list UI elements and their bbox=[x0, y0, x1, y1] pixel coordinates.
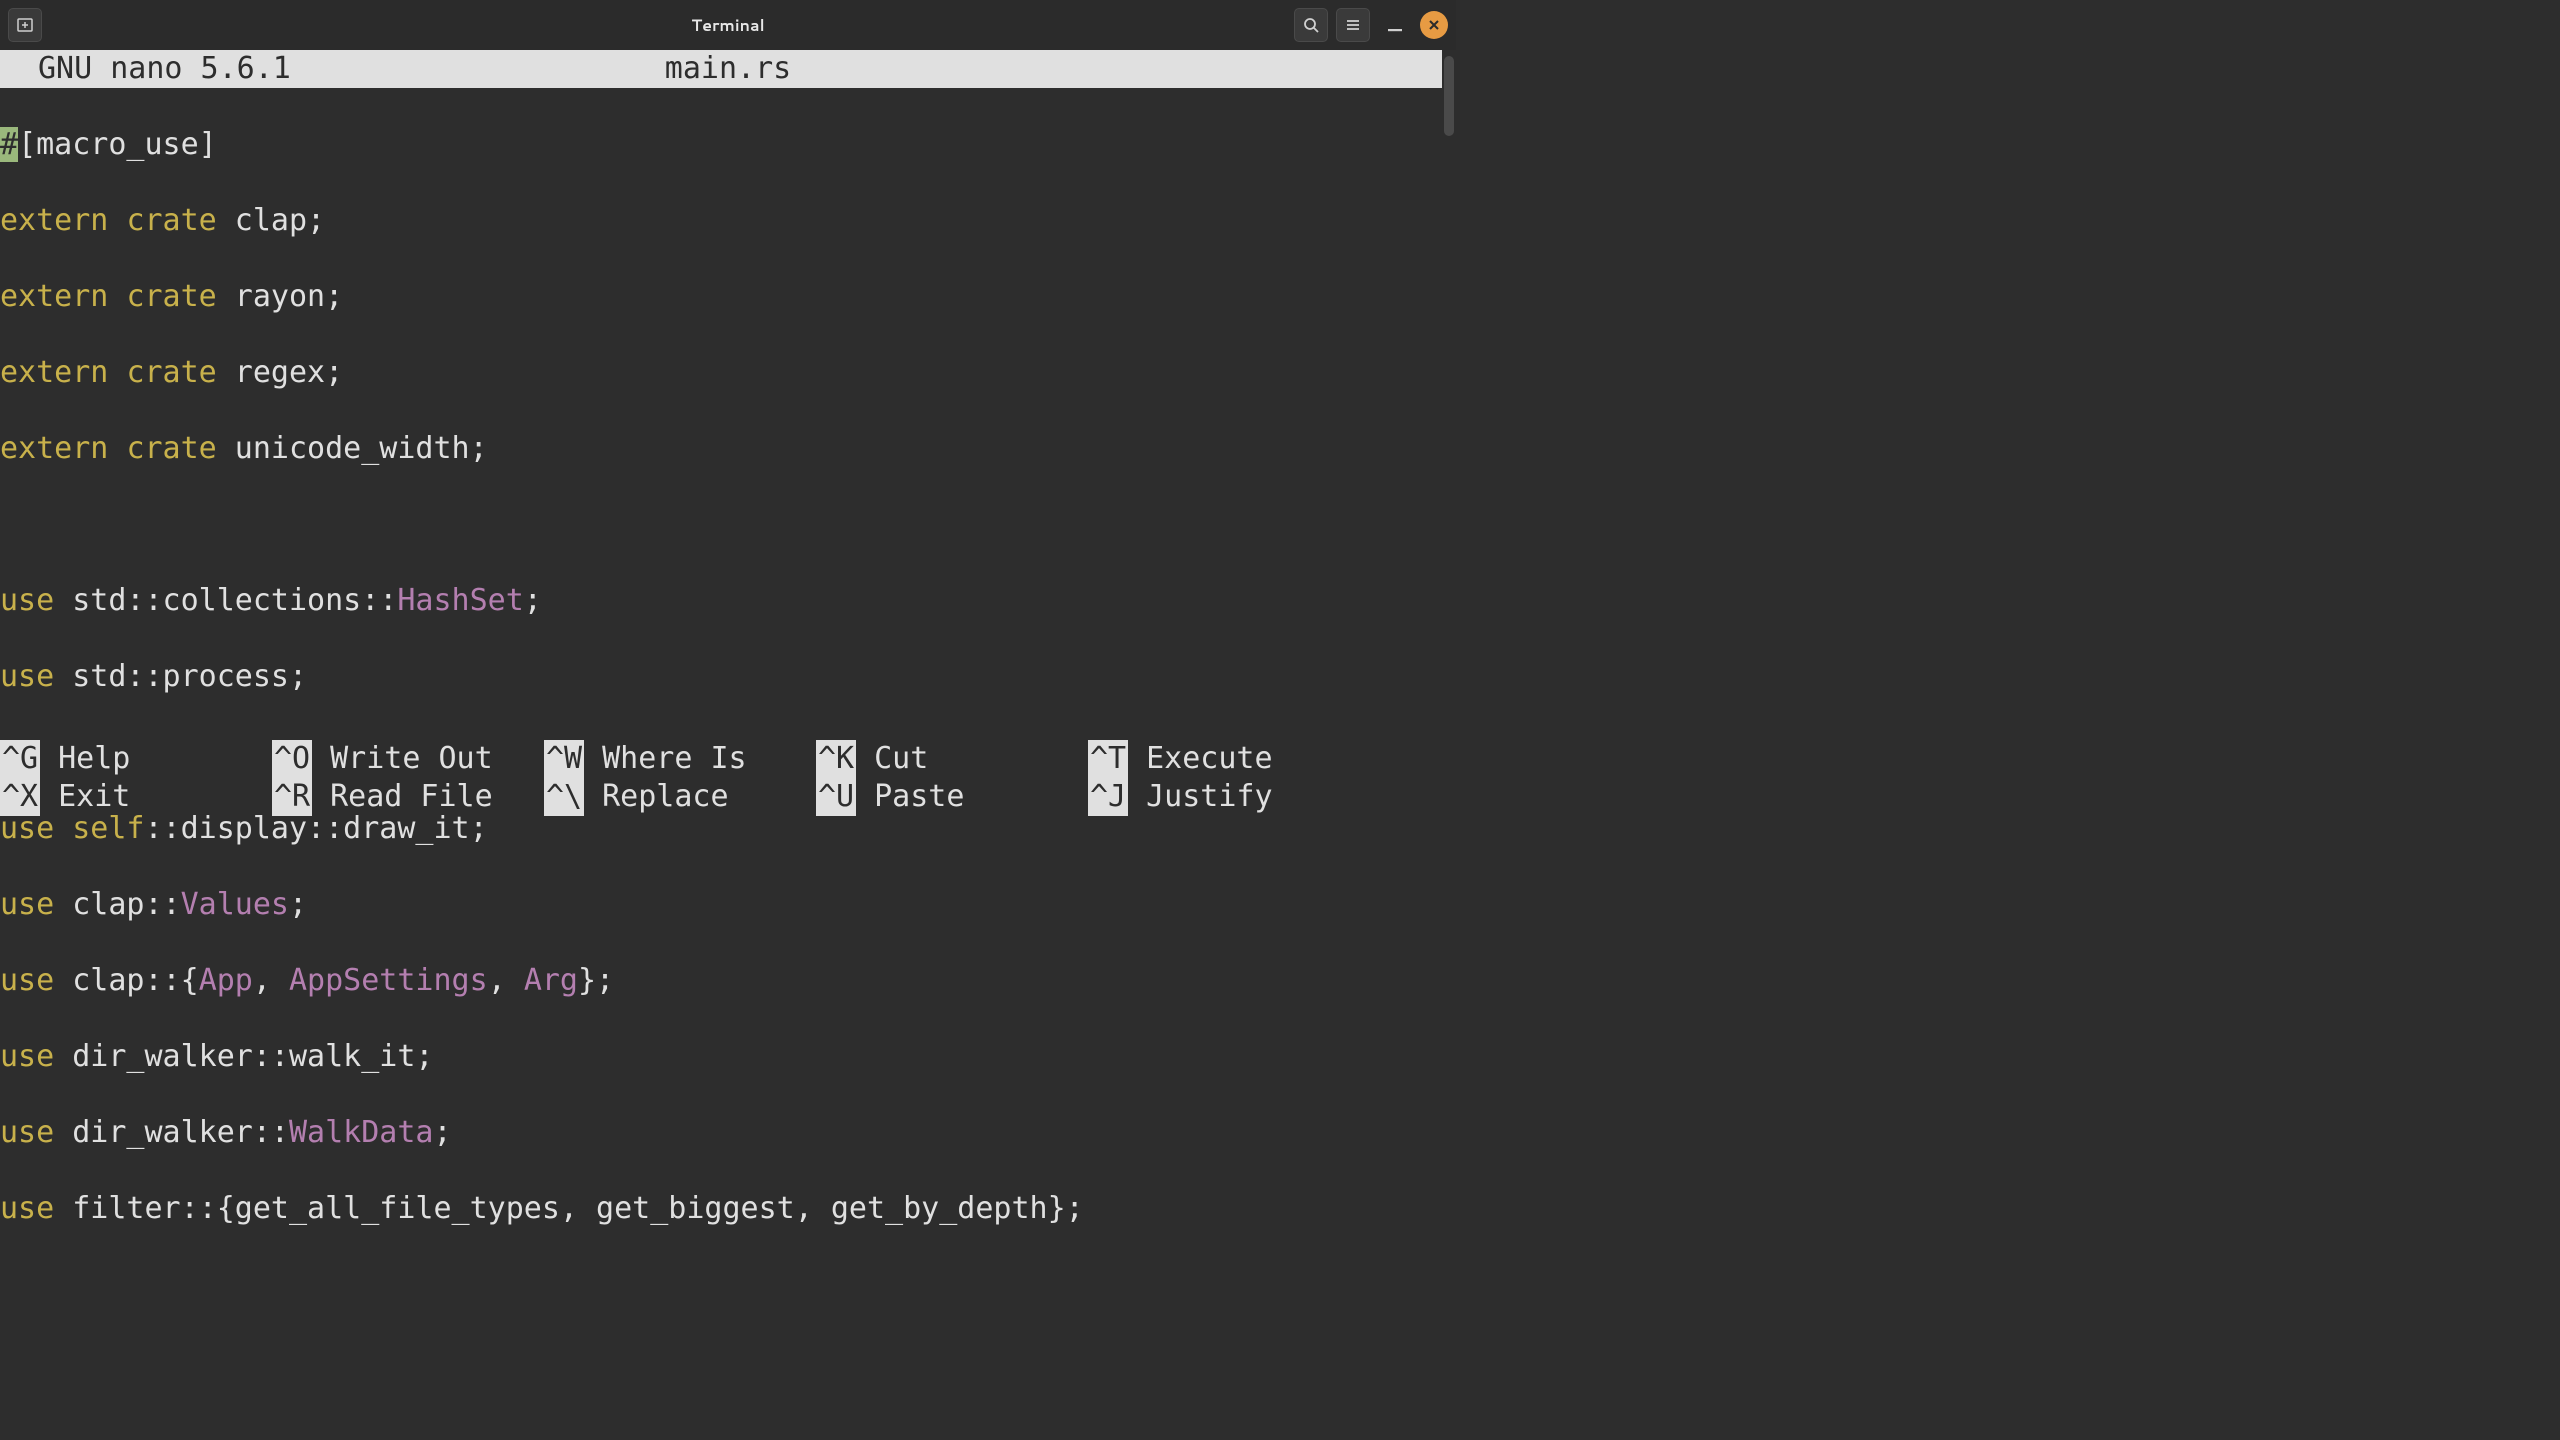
minimize-icon bbox=[1388, 29, 1402, 32]
shortcut-execute: ^TExecute bbox=[1088, 740, 1360, 778]
nano-titlebar: GNU nano 5.6.1 main.rs bbox=[0, 50, 1442, 88]
shortcut-whereis: ^WWhere Is bbox=[544, 740, 816, 778]
minimize-button[interactable] bbox=[1378, 8, 1412, 42]
code-line: extern crate regex; bbox=[0, 354, 1456, 392]
search-button[interactable] bbox=[1294, 8, 1328, 42]
scrollbar-thumb[interactable] bbox=[1444, 56, 1454, 136]
shortcut-replace: ^\Replace bbox=[544, 778, 816, 816]
scrollbar[interactable] bbox=[1442, 50, 1456, 816]
code-line bbox=[0, 506, 1456, 544]
code-line: use dir_walker::walk_it; bbox=[0, 1038, 1456, 1076]
code-line: use std::collections::HashSet; bbox=[0, 582, 1456, 620]
code-line: extern crate clap; bbox=[0, 202, 1456, 240]
new-tab-icon bbox=[16, 16, 34, 34]
menu-button[interactable] bbox=[1336, 8, 1370, 42]
code-line: use dir_walker::WalkData; bbox=[0, 1114, 1456, 1152]
shortcut-justify: ^JJustify bbox=[1088, 778, 1360, 816]
shortcut-paste: ^UPaste bbox=[816, 778, 1088, 816]
editor-area[interactable]: #[macro_use] extern crate clap; extern c… bbox=[0, 88, 1456, 1304]
shortcut-exit: ^XExit bbox=[0, 778, 272, 816]
code-line: use std::process; bbox=[0, 658, 1456, 696]
shortcut-help: ^GHelp bbox=[0, 740, 272, 778]
code-line: use clap::{App, AppSettings, Arg}; bbox=[0, 962, 1456, 1000]
code-line: use filter::{get_all_file_types, get_big… bbox=[0, 1190, 1456, 1228]
close-icon bbox=[1428, 19, 1440, 31]
window-title: Terminal bbox=[691, 14, 764, 37]
code-line: extern crate rayon; bbox=[0, 278, 1456, 316]
window-titlebar: Terminal bbox=[0, 0, 1456, 50]
nano-app-version: GNU nano 5.6.1 bbox=[38, 50, 291, 88]
search-icon bbox=[1303, 17, 1319, 33]
shortcut-readfile: ^RRead File bbox=[272, 778, 544, 816]
nano-filename: main.rs bbox=[665, 50, 791, 88]
code-line: extern crate unicode_width; bbox=[0, 430, 1456, 468]
nano-shortcuts: ^GHelp ^OWrite Out ^WWhere Is ^KCut ^TEx… bbox=[0, 740, 1442, 816]
cursor: # bbox=[0, 127, 18, 162]
new-tab-button[interactable] bbox=[8, 8, 42, 42]
shortcut-writeout: ^OWrite Out bbox=[272, 740, 544, 778]
terminal-content[interactable]: GNU nano 5.6.1 main.rs #[macro_use] exte… bbox=[0, 50, 1456, 816]
code-line: use clap::Values; bbox=[0, 886, 1456, 924]
close-button[interactable] bbox=[1420, 11, 1448, 39]
code-line: #[macro_use] bbox=[0, 126, 1456, 164]
shortcut-cut: ^KCut bbox=[816, 740, 1088, 778]
hamburger-icon bbox=[1345, 17, 1361, 33]
